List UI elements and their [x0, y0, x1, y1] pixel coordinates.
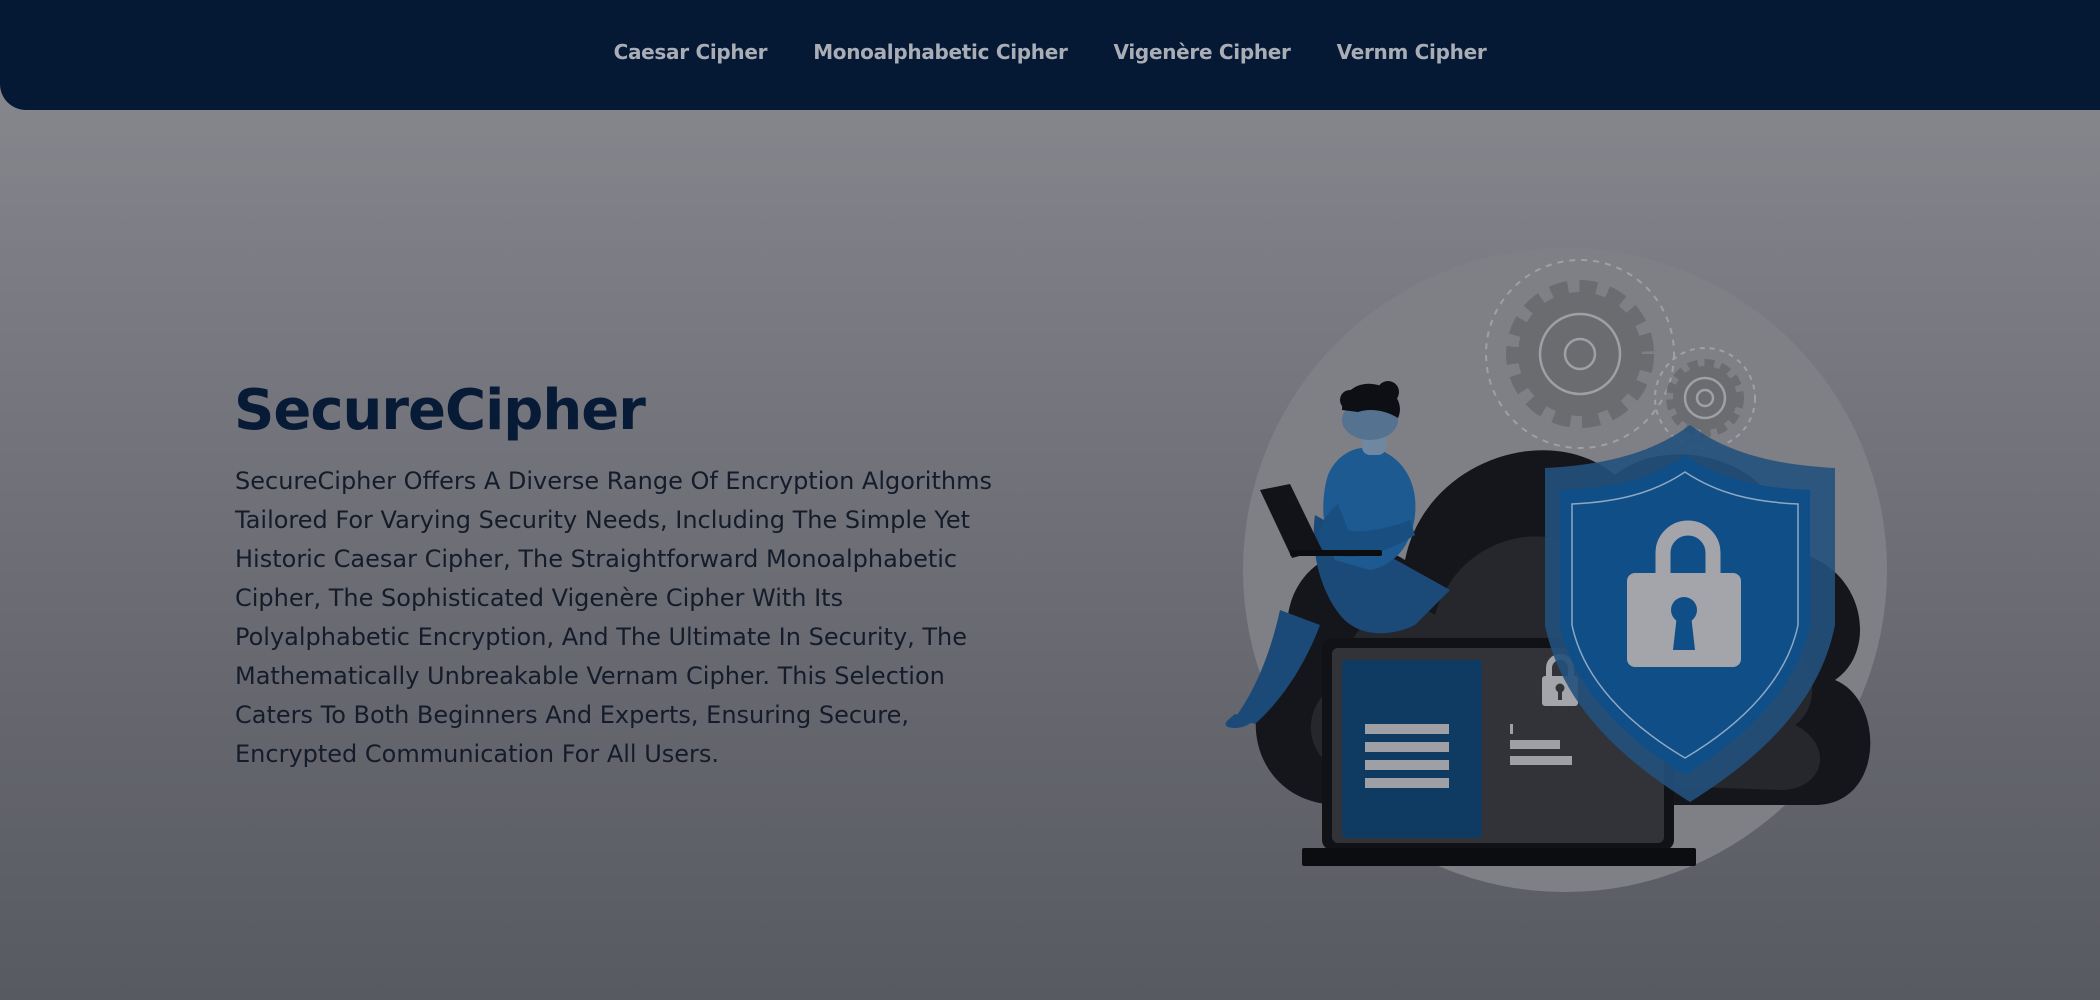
nav-link-vigenere-cipher[interactable]: Vigenère Cipher — [1114, 40, 1291, 64]
hero-title: SecureCipher — [234, 378, 646, 443]
nav-link-vernam-cipher[interactable]: Vernm Cipher — [1337, 40, 1487, 64]
nav-menu: Caesar Cipher Monoalphabetic Cipher Vige… — [0, 0, 2100, 104]
navbar: Caesar Cipher Monoalphabetic Cipher Vige… — [0, 0, 2100, 110]
nav-link-monoalphabetic-cipher[interactable]: Monoalphabetic Cipher — [813, 40, 1068, 64]
hero-illustration — [1220, 230, 1900, 910]
hero-description: SecureCipher Offers A Diverse Range Of E… — [235, 467, 992, 768]
nav-link-caesar-cipher[interactable]: Caesar Cipher — [614, 40, 768, 64]
cybersecurity-illustration — [1225, 248, 1887, 892]
